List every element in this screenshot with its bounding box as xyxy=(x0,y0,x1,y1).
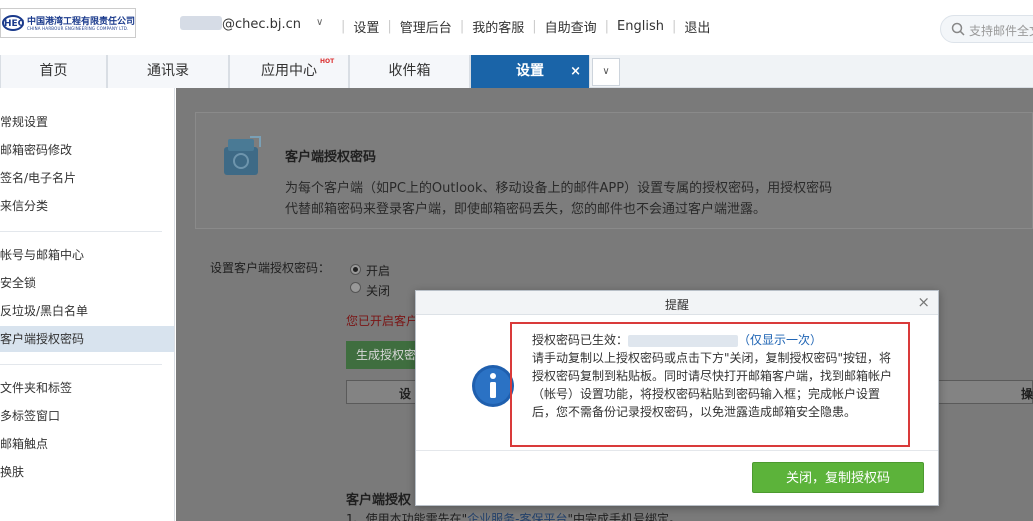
show-once-note: （仅显示一次） xyxy=(738,333,823,347)
close-tab-icon[interactable]: × xyxy=(570,55,581,88)
password-active-label: 授权密码已生效： xyxy=(532,333,629,347)
note-suffix: "中完成手机号绑定。 xyxy=(567,512,682,521)
nav-language-link[interactable]: English xyxy=(617,19,664,34)
sidebar-item-password[interactable]: 邮箱密码修改 xyxy=(0,137,174,163)
dialog-title: 提醒 xyxy=(664,298,689,312)
table-col-action: 操 xyxy=(1021,387,1033,401)
sidebar-divider xyxy=(0,364,162,365)
auth-setting-label: 设置客户端授权密码： xyxy=(210,261,331,275)
tab-inbox[interactable]: 收件箱 xyxy=(349,55,470,88)
generate-password-button[interactable]: 生成授权密 xyxy=(346,341,418,369)
card-title: 客户端授权密码 xyxy=(285,150,377,165)
radio-enable[interactable] xyxy=(350,264,361,275)
nav-self-service-link[interactable]: 自助查询 xyxy=(545,17,597,36)
nav-divider: | xyxy=(532,19,537,34)
more-tabs-chevron-icon[interactable]: ∨ xyxy=(592,58,620,86)
sidebar-item-mail-touch[interactable]: 邮箱触点 xyxy=(0,431,174,457)
dialog-body-text: 请手动复制以上授权密码或点击下方"关闭，复制授权密码"按钮，将授权密码复制到粘贴… xyxy=(532,351,893,419)
nav-divider: | xyxy=(459,19,465,34)
table-col-device: 设 xyxy=(399,387,412,401)
user-name-redacted xyxy=(180,16,222,30)
dialog-footer-divider xyxy=(416,450,938,451)
sidebar-item-general[interactable]: 常规设置 xyxy=(0,109,174,135)
hot-badge: HOT xyxy=(320,58,335,65)
user-email[interactable]: @chec.bj.cn xyxy=(222,17,301,32)
reminder-dialog: 提醒 × 授权密码已生效： （仅显示一次） 请手动复制以上授权密码或点击下方"关闭… xyxy=(415,290,939,506)
info-icon xyxy=(472,365,514,407)
nav-divider: | xyxy=(604,19,610,34)
section2-title: 客户端授权 xyxy=(346,493,412,508)
mail-search-box[interactable]: 支持邮件全文 xyxy=(940,15,1033,43)
sidebar-item-multi-tab[interactable]: 多标签窗口 xyxy=(0,403,174,429)
company-logo[interactable]: HEC 中国港湾工程有限责任公司 CHINA HARBOUR ENGINEERI… xyxy=(0,8,136,38)
sidebar-item-antispam[interactable]: 反垃圾/黑白名单 xyxy=(0,298,174,324)
search-input[interactable]: 支持邮件全文 xyxy=(969,22,1033,39)
nav-logout-link[interactable]: 退出 xyxy=(684,17,710,36)
nav-settings-link[interactable]: 设置 xyxy=(353,17,379,36)
chec-logo-icon: HEC xyxy=(2,15,25,31)
sidebar-item-folders-labels[interactable]: 文件夹和标签 xyxy=(0,375,174,401)
sidebar-item-account-center[interactable]: 帐号与邮箱中心 xyxy=(0,242,174,268)
tab-settings[interactable]: 设置 × xyxy=(470,55,590,88)
radio-disable[interactable] xyxy=(350,282,361,293)
radio-enable-label: 开启 xyxy=(366,264,391,278)
tab-app-center[interactable]: 应用中心 HOT xyxy=(229,55,349,88)
sidebar-item-client-auth-password[interactable]: 客户端授权密码 xyxy=(0,326,174,352)
sidebar-item-signature[interactable]: 签名/电子名片 xyxy=(0,165,174,191)
close-copy-password-button[interactable]: 关闭，复制授权码 xyxy=(752,462,924,493)
auth-password-redacted[interactable] xyxy=(628,334,739,347)
recycle-password-icon xyxy=(224,136,261,175)
sidebar-item-security-lock[interactable]: 安全锁 xyxy=(0,270,174,296)
note-prefix: 1、使用本功能需先在" xyxy=(346,512,468,521)
radio-disable-label: 关闭 xyxy=(366,284,391,298)
enabled-warning-text: 您已开启客户 xyxy=(346,314,416,328)
nav-divider: | xyxy=(671,19,677,34)
close-icon[interactable]: × xyxy=(917,293,930,311)
tab-label: 通讯录 xyxy=(147,63,189,79)
sidebar-divider xyxy=(0,231,162,232)
search-icon xyxy=(951,22,965,36)
user-menu-chevron-icon[interactable]: ∨ xyxy=(316,17,323,28)
tab-home[interactable]: 首页 xyxy=(0,55,107,88)
binding-note: 1、使用本功能需先在"企业服务-客保平台"中完成手机号绑定。 xyxy=(346,510,681,521)
logo-text-en: CHINA HARBOUR ENGINEERING COMPANY LTD. xyxy=(27,26,129,31)
card-description: 为每个客户端（如PC上的Outlook、移动设备上的邮件APP）设置专属的授权密… xyxy=(285,181,833,217)
tab-label: 收件箱 xyxy=(388,63,431,79)
tab-label: 首页 xyxy=(39,63,68,79)
sidebar-item-skin[interactable]: 换肤 xyxy=(0,459,174,485)
nav-admin-link[interactable]: 管理后台 xyxy=(400,17,452,36)
table-header-right: 操 xyxy=(930,380,1033,404)
dialog-message: 授权密码已生效： （仅显示一次） 请手动复制以上授权密码或点击下方"关闭，复制授权… xyxy=(532,331,892,421)
sidebar-item-mail-rules[interactable]: 来信分类 xyxy=(0,193,174,219)
tab-label: 应用中心 xyxy=(261,63,317,79)
tab-contacts[interactable]: 通讯录 xyxy=(107,55,229,88)
nav-divider: | xyxy=(387,19,392,34)
top-bar: HEC 中国港湾工程有限责任公司 CHINA HARBOUR ENGINEERI… xyxy=(0,0,1033,55)
top-nav: | 设置 | 管理后台 | 我的客服 | 自助查询 | English | 退出 xyxy=(333,17,710,36)
table-header-left: 设 xyxy=(346,380,416,404)
dialog-header: 提醒 × xyxy=(416,291,938,315)
svg-text:HEC: HEC xyxy=(4,19,25,29)
nav-divider: | xyxy=(341,19,346,34)
settings-sidebar: 常规设置 邮箱密码修改 签名/电子名片 来信分类 帐号与邮箱中心 安全锁 反垃圾… xyxy=(0,88,175,521)
tab-label: 设置 xyxy=(516,63,544,79)
main-tabs: 首页 通讯录 应用中心 HOT 收件箱 设置 × xyxy=(0,55,1033,88)
service-platform-link[interactable]: 企业服务-客保平台 xyxy=(467,512,567,521)
nav-support-link[interactable]: 我的客服 xyxy=(472,17,524,36)
